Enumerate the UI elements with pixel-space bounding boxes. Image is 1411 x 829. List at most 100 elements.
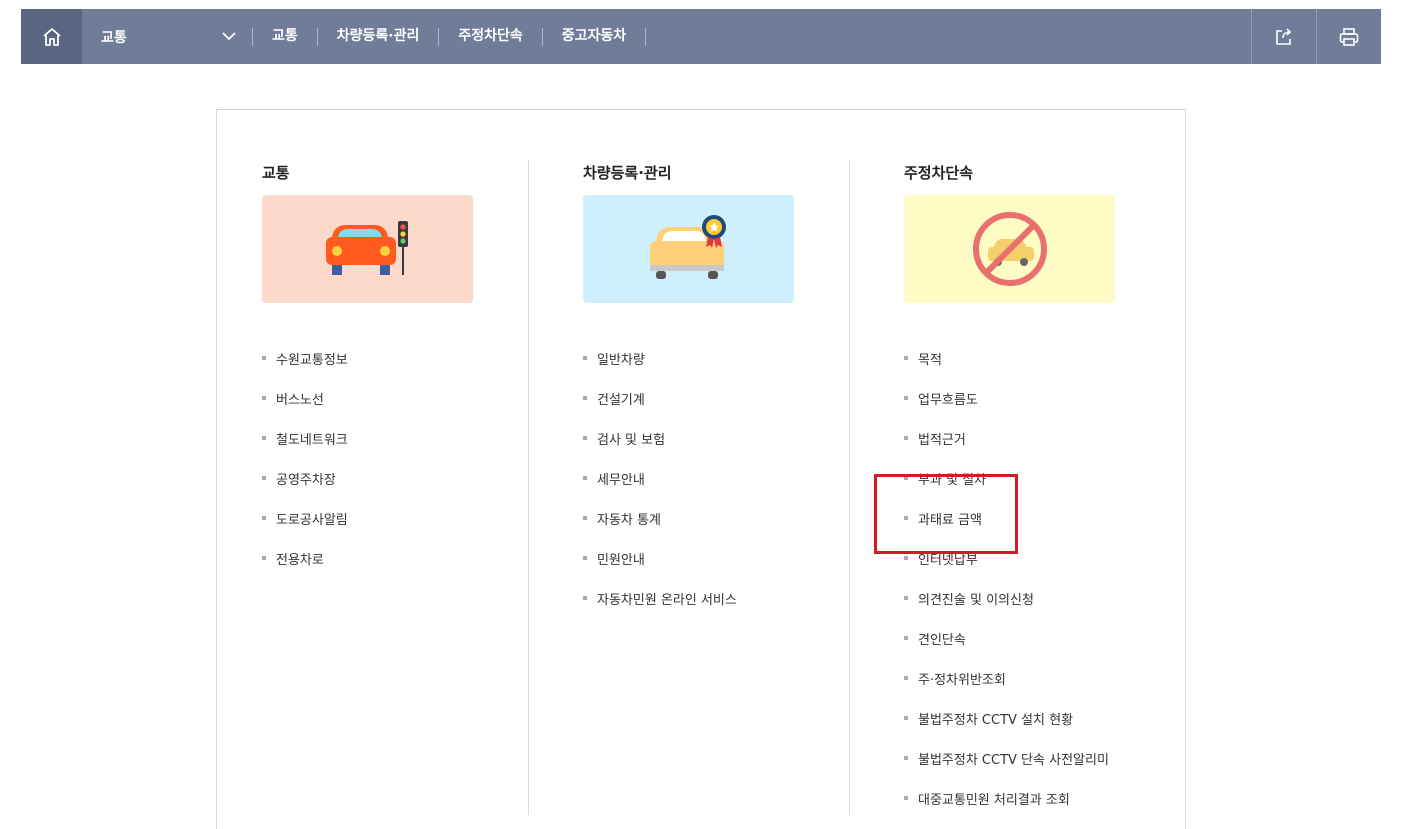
- column-traffic: 교통 수원교통정보 버스노선 철도네트워크 공영주차장 도로공사알림 전용차로: [262, 160, 522, 578]
- bullet: [904, 436, 908, 440]
- menu-item-label: 견인단속: [918, 632, 966, 648]
- menu-item-label: 자동차 통계: [597, 512, 661, 528]
- menu-item[interactable]: 불법주정차 CCTV 단속 사전알리미: [904, 738, 1164, 778]
- bullet: [904, 636, 908, 640]
- menu-item-label: 검사 및 보험: [597, 432, 666, 448]
- chevron-down-icon: [222, 32, 236, 41]
- menu-item[interactable]: 철도네트워크: [262, 418, 522, 458]
- column-divider: [849, 160, 850, 815]
- section-dropdown-label: 교통: [101, 29, 127, 46]
- menu-item[interactable]: 검사 및 보험: [583, 418, 843, 458]
- car-traffic-light-icon: [325, 221, 408, 275]
- bullet: [262, 556, 266, 560]
- home-button[interactable]: [21, 9, 82, 64]
- home-icon: [42, 27, 61, 46]
- menu-item-label: 과태료 금액: [918, 512, 982, 528]
- print-button[interactable]: [1316, 9, 1381, 64]
- menu-list: 목적 업무흐름도 법적근거 부과 및 절차 과태료 금액 인터넷납부 의견진술 …: [904, 338, 1164, 818]
- bullet: [904, 756, 908, 760]
- menu-item[interactable]: 인터넷납부: [904, 538, 1164, 578]
- menu-item[interactable]: 수원교통정보: [262, 338, 522, 378]
- bullet: [583, 596, 587, 600]
- menu-item[interactable]: 대중교통민원 처리결과 조회: [904, 778, 1164, 818]
- menu-item[interactable]: 주·정차위반조회: [904, 658, 1164, 698]
- nav-link-parking-enforcement[interactable]: 주정차단속: [439, 9, 541, 64]
- nav-divider: [645, 27, 647, 46]
- menu-item[interactable]: 과태료 금액: [904, 498, 1164, 538]
- share-icon: [1276, 27, 1292, 45]
- menu-item-label: 대중교통민원 처리결과 조회: [918, 792, 1070, 808]
- menu-item[interactable]: 공영주차장: [262, 458, 522, 498]
- menu-item[interactable]: 자동차 통계: [583, 498, 843, 538]
- menu-item[interactable]: 업무흐름도: [904, 378, 1164, 418]
- nav-link-used-cars[interactable]: 중고자동차: [543, 9, 645, 64]
- menu-item-label: 도로공사알림: [276, 512, 348, 528]
- bullet: [262, 436, 266, 440]
- menu-item-label: 업무흐름도: [918, 392, 978, 408]
- bullet: [904, 556, 908, 560]
- bullet: [904, 596, 908, 600]
- menu-item-label: 전용차로: [276, 552, 324, 568]
- bullet: [583, 356, 587, 360]
- bullet: [583, 556, 587, 560]
- bullet: [583, 396, 587, 400]
- print-icon: [1339, 27, 1359, 46]
- menu-item-label: 수원교통정보: [276, 352, 348, 368]
- menu-item[interactable]: 전용차로: [262, 538, 522, 578]
- menu-item[interactable]: 민원안내: [583, 538, 843, 578]
- menu-item-label: 일반차량: [597, 352, 645, 368]
- vehicle-registration-illustration: [583, 195, 794, 303]
- menu-item[interactable]: 법적근거: [904, 418, 1164, 458]
- menu-item-label: 법적근거: [918, 432, 966, 448]
- menu-item-label: 세무안내: [597, 472, 645, 488]
- section-dropdown[interactable]: 교통: [82, 9, 252, 64]
- menu-item[interactable]: 의견진술 및 이의신청: [904, 578, 1164, 618]
- column-parking-enforcement: 주정차단속 목적 업무흐름도 법적근거 부과 및 절차 과태료 금액 인터넷납부…: [904, 160, 1164, 818]
- bullet: [904, 516, 908, 520]
- top-navigation-bar: 교통 교통 차량등록·관리 주정차단속 중고자동차: [21, 9, 1381, 64]
- menu-item-label: 불법주정차 CCTV 설치 현황: [918, 712, 1074, 728]
- share-button[interactable]: [1251, 9, 1316, 64]
- no-parking-icon: [972, 212, 1047, 286]
- menu-item[interactable]: 목적: [904, 338, 1164, 378]
- nav-link-vehicle-registration[interactable]: 차량등록·관리: [318, 9, 439, 64]
- menu-item[interactable]: 도로공사알림: [262, 498, 522, 538]
- bullet: [583, 436, 587, 440]
- menu-item[interactable]: 건설기계: [583, 378, 843, 418]
- menu-item-label: 자동차민원 온라인 서비스: [597, 592, 737, 608]
- toolbar-right: [1251, 9, 1381, 64]
- menu-item[interactable]: 부과 및 절차: [904, 458, 1164, 498]
- menu-item-label: 인터넷납부: [918, 552, 978, 568]
- bullet: [262, 396, 266, 400]
- menu-item-label: 공영주차장: [276, 472, 336, 488]
- bullet: [262, 356, 266, 360]
- menu-item-label: 의견진술 및 이의신청: [918, 592, 1034, 608]
- bullet: [262, 476, 266, 480]
- menu-item[interactable]: 세무안내: [583, 458, 843, 498]
- bullet: [904, 796, 908, 800]
- menu-item-label: 주·정차위반조회: [918, 672, 1006, 688]
- bullet: [904, 396, 908, 400]
- menu-list: 일반차량 건설기계 검사 및 보험 세무안내 자동차 통계 민원안내 자동차민원…: [583, 338, 843, 618]
- menu-item[interactable]: 버스노선: [262, 378, 522, 418]
- column-vehicle-registration: 차량등록·관리 일반차량 건설기계 검사 및 보험 세무안내 자동차 통계 민원…: [583, 160, 843, 618]
- bullet: [904, 476, 908, 480]
- menu-item-label: 건설기계: [597, 392, 645, 408]
- bullet: [904, 356, 908, 360]
- car-badge-icon: [649, 215, 726, 279]
- menu-list: 수원교통정보 버스노선 철도네트워크 공영주차장 도로공사알림 전용차로: [262, 338, 522, 578]
- sitemap-panel: 교통 수원교통정보 버스노선 철도네트워크 공영주차장 도로공사알림 전용차로 …: [216, 109, 1186, 829]
- bullet: [583, 516, 587, 520]
- nav-link-traffic[interactable]: 교통: [253, 9, 317, 64]
- menu-item[interactable]: 견인단속: [904, 618, 1164, 658]
- bullet: [904, 716, 908, 720]
- menu-item[interactable]: 자동차민원 온라인 서비스: [583, 578, 843, 618]
- menu-item[interactable]: 불법주정차 CCTV 설치 현황: [904, 698, 1164, 738]
- menu-item-label: 민원안내: [597, 552, 645, 568]
- menu-item-label: 목적: [918, 352, 942, 368]
- column-divider: [528, 160, 529, 815]
- menu-item-label: 철도네트워크: [276, 432, 348, 448]
- column-title: 교통: [262, 164, 290, 182]
- traffic-illustration: [262, 195, 473, 303]
- menu-item[interactable]: 일반차량: [583, 338, 843, 378]
